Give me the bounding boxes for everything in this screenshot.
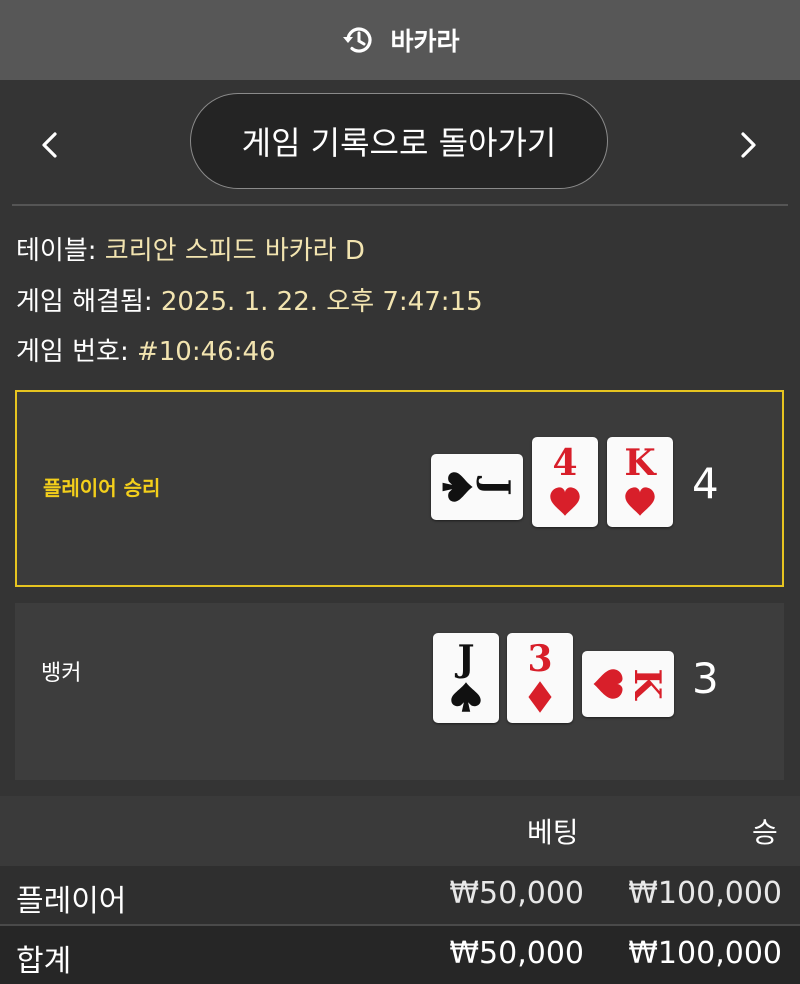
page-title: 바카라: [390, 27, 460, 56]
player-card-2: 4: [532, 437, 598, 527]
table-info-label: 테이블:: [16, 236, 97, 266]
player-card-1: J: [431, 454, 523, 520]
card-face: K: [624, 442, 657, 516]
heart-suit-icon: [625, 487, 655, 516]
table-row: 플레이어 ₩50,000 ₩100,000: [0, 866, 800, 924]
table-row-total: 합계 ₩50,000 ₩100,000: [0, 924, 800, 984]
row-name: 플레이어: [16, 884, 127, 919]
heart-suit-icon: [593, 669, 623, 699]
row-name: 합계: [16, 944, 72, 979]
banker-card-3: K: [582, 651, 674, 717]
row-win: ₩100,000: [628, 876, 782, 911]
card-rank: K: [626, 668, 669, 701]
player-result-label: 플레이어 승리: [43, 476, 161, 500]
chevron-left-icon: [42, 132, 57, 158]
bet-table-header: 베팅 승: [0, 796, 800, 866]
row-bet: ₩50,000: [449, 936, 584, 971]
spade-suit-icon: [442, 472, 473, 502]
card-rank: K: [624, 442, 657, 484]
card-rank: 3: [527, 638, 552, 680]
banker-label: 뱅커: [41, 661, 82, 686]
bet-column-header: 베팅: [527, 816, 579, 849]
chevron-right-icon: [741, 132, 756, 158]
win-column-header: 승: [752, 816, 778, 849]
game-number-info: 게임 번호: #10:46:46: [16, 331, 276, 368]
banker-card-1: J: [433, 633, 499, 723]
previous-game-button[interactable]: [30, 125, 70, 165]
history-icon: [343, 27, 373, 53]
resolved-info-value: 2025. 1. 22. 오후 7:47:15: [160, 287, 483, 317]
row-win: ₩100,000: [628, 936, 782, 971]
game-number-value: #10:46:46: [136, 337, 276, 367]
game-number-label: 게임 번호:: [16, 337, 129, 367]
resolved-info: 게임 해결됨: 2025. 1. 22. 오후 7:47:15: [16, 281, 483, 318]
heart-suit-icon: [550, 487, 580, 516]
top-bar: 바카라: [0, 0, 800, 80]
spade-suit-icon: [451, 682, 481, 712]
banker-card-2: 3: [507, 633, 573, 723]
card-face: J: [451, 638, 481, 712]
table-info: 테이블: 코리안 스피드 바카라 D: [16, 230, 365, 267]
card-rank: J: [475, 476, 518, 496]
row-bet: ₩50,000: [449, 876, 584, 911]
card-face: 4: [550, 442, 580, 516]
card-face: K: [593, 668, 670, 701]
divider: [12, 204, 788, 206]
card-face: J: [442, 472, 519, 502]
card-face: 3: [527, 638, 553, 713]
player-score: 4: [692, 459, 719, 508]
card-rank: J: [454, 638, 474, 680]
diamond-suit-icon: [528, 681, 552, 713]
next-game-button[interactable]: [728, 125, 768, 165]
player-card-3: K: [607, 437, 673, 527]
back-to-history-button[interactable]: 게임 기록으로 돌아가기: [190, 93, 608, 189]
banker-score: 3: [692, 654, 719, 703]
card-rank: 4: [552, 442, 577, 484]
resolved-info-label: 게임 해결됨:: [16, 287, 153, 317]
table-info-value: 코리안 스피드 바카라 D: [104, 236, 365, 266]
